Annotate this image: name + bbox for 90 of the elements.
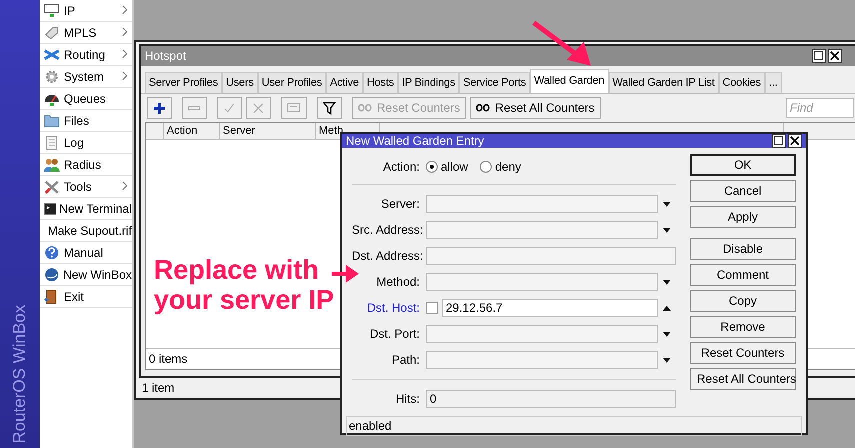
zero-counter-icon bbox=[476, 104, 490, 112]
input-field[interactable]: 29.12.56.7 bbox=[442, 299, 658, 317]
field-label: Hits: bbox=[395, 392, 421, 406]
tab[interactable]: Hosts bbox=[363, 72, 398, 93]
tab[interactable]: Walled Garden IP List bbox=[608, 72, 719, 93]
toolbar-button[interactable] bbox=[317, 97, 342, 119]
radio-option[interactable]: deny bbox=[480, 160, 522, 174]
zero-counter-icon bbox=[358, 104, 372, 112]
sidebar-item[interactable]: Files bbox=[40, 110, 132, 132]
x-icon bbox=[252, 102, 265, 114]
column-header[interactable]: Action bbox=[164, 123, 220, 139]
annotation-text: Replace with bbox=[154, 255, 320, 285]
tools-icon bbox=[44, 180, 60, 194]
tag-icon bbox=[44, 26, 60, 40]
tab[interactable]: Service Ports bbox=[459, 72, 530, 93]
sidebar-item[interactable]: New WinBox bbox=[40, 264, 132, 286]
network-icon bbox=[44, 4, 60, 18]
dialog-button[interactable]: Remove bbox=[690, 316, 796, 338]
dropdown-field[interactable] bbox=[426, 351, 658, 369]
tab[interactable]: Users bbox=[222, 72, 258, 93]
input-field: 0 bbox=[426, 390, 676, 408]
sidebar-item[interactable]: Log bbox=[40, 132, 132, 154]
folder-icon bbox=[44, 114, 60, 128]
users-icon bbox=[44, 158, 60, 172]
radio-option[interactable]: allow bbox=[426, 160, 468, 174]
globe-icon bbox=[44, 268, 60, 282]
sidebar-item[interactable]: MPLS bbox=[40, 22, 132, 44]
field-label: Src. Address: bbox=[352, 223, 424, 237]
pointer-arrow bbox=[332, 262, 360, 286]
negate-checkbox[interactable] bbox=[426, 302, 438, 314]
dialog-button[interactable]: Apply bbox=[690, 206, 796, 228]
field-label: Server: bbox=[380, 197, 421, 211]
sidebar-item[interactable]: Queues bbox=[40, 88, 132, 110]
tab[interactable]: Active bbox=[326, 72, 364, 93]
sidebar-item[interactable]: New Terminal bbox=[40, 198, 132, 220]
maximize-icon[interactable] bbox=[812, 49, 826, 63]
dropdown-field[interactable] bbox=[426, 221, 658, 239]
window-title: Hotspot bbox=[145, 49, 186, 63]
item-count: 1 item bbox=[142, 381, 175, 395]
field-label: Method: bbox=[376, 275, 421, 289]
field-label: Action: bbox=[382, 160, 421, 174]
sidebar-item[interactable]: Exit bbox=[40, 286, 132, 308]
dropdown-field[interactable] bbox=[426, 195, 658, 213]
gear-icon bbox=[44, 70, 60, 84]
search-field[interactable]: Find bbox=[786, 98, 854, 118]
tab[interactable]: Cookies bbox=[718, 72, 766, 93]
input-field[interactable] bbox=[426, 247, 676, 265]
sidebar-item[interactable]: IP bbox=[40, 0, 132, 22]
sidebar-item[interactable]: Manual bbox=[40, 242, 132, 264]
document-icon bbox=[44, 136, 60, 150]
note-icon bbox=[287, 102, 301, 114]
field-label: Path: bbox=[390, 353, 421, 367]
dialog-button[interactable]: OK bbox=[690, 154, 796, 176]
dialog-button[interactable]: Disable bbox=[690, 238, 796, 260]
toolbar-button[interactable] bbox=[147, 97, 172, 119]
sidebar-item[interactable]: Tools bbox=[40, 176, 132, 198]
dialog-button[interactable]: Cancel bbox=[690, 180, 796, 202]
field-label: Dst. Host: bbox=[366, 301, 421, 315]
maximize-icon[interactable] bbox=[772, 134, 786, 148]
toolbar-button[interactable]: Reset All Counters bbox=[470, 97, 601, 119]
close-icon[interactable] bbox=[828, 49, 842, 63]
field-label: Dst. Address: bbox=[352, 249, 424, 263]
close-icon[interactable] bbox=[788, 134, 802, 148]
help-icon bbox=[44, 246, 60, 260]
brand-label: RouterOS WinBox bbox=[10, 305, 30, 444]
field-label: Dst. Port: bbox=[368, 327, 421, 341]
tab[interactable]: ... bbox=[765, 72, 782, 93]
tab[interactable]: User Profiles bbox=[258, 72, 326, 93]
plus-icon bbox=[153, 102, 166, 114]
dialog-button[interactable]: Reset All Counters bbox=[690, 368, 796, 390]
filter-icon bbox=[323, 102, 336, 114]
dropdown-field[interactable] bbox=[426, 325, 658, 343]
status-bar: enabled bbox=[346, 416, 802, 436]
dialog-button[interactable]: Comment bbox=[690, 264, 796, 286]
sidebar-item[interactable]: Radius bbox=[40, 154, 132, 176]
dialog-button[interactable]: Copy bbox=[690, 290, 796, 312]
crossing-arrows-icon bbox=[44, 48, 60, 62]
sidebar-item[interactable]: Routing bbox=[40, 44, 132, 66]
tab[interactable]: IP Bindings bbox=[398, 72, 460, 93]
sidebar-item[interactable]: Make Supout.rif bbox=[40, 220, 132, 242]
checkmark-icon bbox=[223, 102, 236, 114]
dialog-button[interactable]: Reset Counters bbox=[690, 342, 796, 364]
sidebar-item[interactable]: System bbox=[40, 66, 132, 88]
dropdown-field[interactable] bbox=[426, 273, 658, 291]
item-count: 0 items bbox=[149, 352, 188, 366]
terminal-icon bbox=[44, 202, 56, 216]
tab[interactable]: Server Profiles bbox=[145, 72, 222, 93]
tab[interactable]: Walled Garden bbox=[530, 69, 609, 93]
annotation-text: your server IP bbox=[154, 285, 334, 315]
column-header[interactable]: Server bbox=[220, 123, 316, 139]
